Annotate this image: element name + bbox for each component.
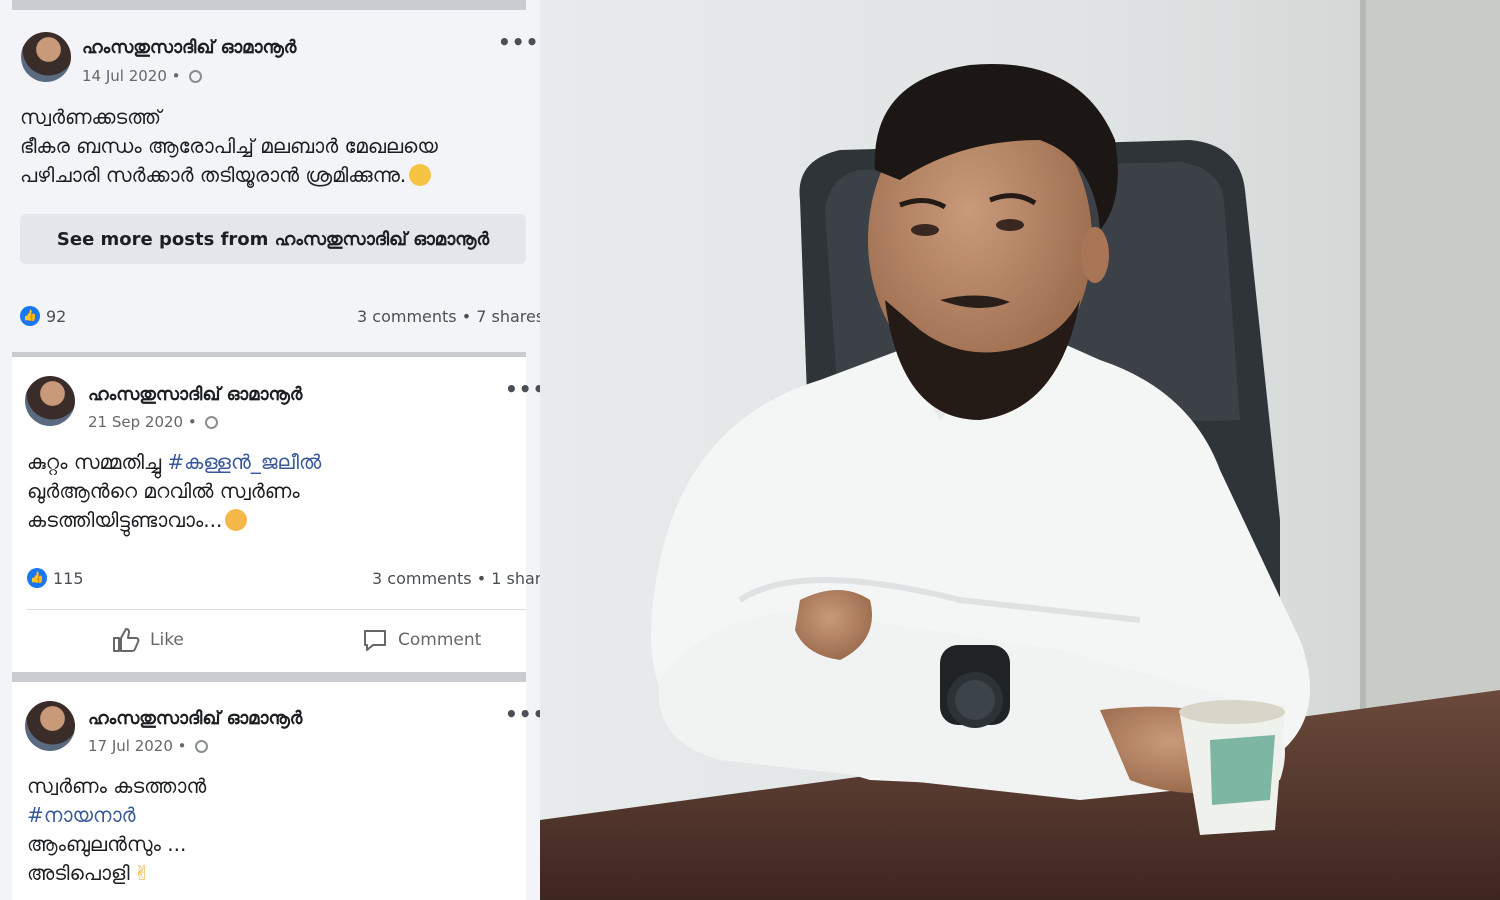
post-line: ഭീകര ബന്ധം ആരോപിച്ച് മലബാർ മേഖലയെ	[20, 134, 438, 158]
post-2: ഹംസതുസാദിഖ് ഓമാനൂർ 21 Sep 2020 • ••• കുറ…	[12, 357, 540, 672]
post-line: പഴിചാരി സർക്കാർ തടിയൂരാൻ ശ്രമിക്കുന്നു.	[20, 161, 438, 190]
like-count: 92	[46, 306, 67, 326]
facebook-posts-screenshot: ഹംസതുസാദിഖ് ഓമാനൂർ 14 Jul 2020 • ••• സ്വ…	[0, 0, 540, 900]
post-line-text: പഴിചാരി സർക്കാർ തടിയൂരാൻ ശ്രമിക്കുന്നു.	[20, 163, 407, 187]
hashtag-link[interactable]: #നായനാർ	[27, 801, 206, 830]
hashtag-link[interactable]: #കള്ളൻ_ജലീൽ	[167, 450, 321, 474]
globe-icon	[189, 70, 203, 83]
post-author[interactable]: ഹംസതുസാദിഖ് ഓമാനൂർ	[88, 708, 302, 729]
post-date[interactable]: 21 Sep 2020	[88, 413, 183, 431]
post-meta: 21 Sep 2020 •	[88, 413, 219, 431]
like-icon	[113, 628, 140, 652]
comments-shares-count[interactable]: 3 comments • 1 shar	[372, 569, 540, 588]
post-line: അടിപൊളി ✌	[27, 859, 206, 888]
post-meta: 14 Jul 2020 •	[82, 67, 203, 85]
post-line: സ്വർണം കടത്താൻ	[27, 774, 207, 798]
portrait-illustration	[540, 0, 1500, 900]
reaction-count[interactable]: 👍 92	[20, 306, 66, 326]
post-line-text: കടത്തിയിട്ടുണ്ടാവാം...	[27, 508, 223, 532]
post-line-text: അടിപൊളി	[27, 861, 130, 885]
post-line: ആംബുലൻസും ...	[27, 832, 187, 856]
more-options-icon[interactable]: •••	[505, 377, 540, 401]
post-line: സ്വർണക്കടത്ത്	[20, 105, 162, 129]
comment-button[interactable]: Comment	[362, 627, 481, 653]
avatar[interactable]	[25, 376, 75, 426]
thumbs-up-icon: 👍	[20, 306, 40, 326]
post-line: കടത്തിയിട്ടുണ്ടാവാം...	[27, 506, 321, 535]
top-divider	[12, 0, 526, 10]
ok-hand-emoji-icon: ✌	[133, 861, 151, 885]
post-line-text: കുറ്റം സമ്മതിച്ചു	[27, 450, 168, 474]
post-text: സ്വർണക്കടത്ത് ഭീകര ബന്ധം ആരോപിച്ച് മലബാർ…	[20, 103, 438, 190]
like-count: 115	[53, 568, 84, 588]
globe-icon	[205, 416, 219, 429]
comments-shares-count[interactable]: 3 comments • 7 shares	[357, 307, 540, 326]
post-date[interactable]: 14 Jul 2020	[82, 67, 167, 85]
reaction-count[interactable]: 👍 115	[27, 568, 84, 588]
post-author[interactable]: ഹംസതുസാദിഖ് ഓമാനൂർ	[82, 37, 296, 58]
like-button[interactable]: Like	[112, 627, 184, 653]
avatar[interactable]	[21, 32, 71, 82]
thumbs-up-icon: 👍	[27, 568, 47, 588]
portrait-photo	[540, 0, 1500, 900]
post-author[interactable]: ഹംസതുസാദിഖ് ഓമാനൂർ	[88, 384, 302, 405]
like-label: Like	[150, 630, 184, 650]
frowning-emoji-icon	[225, 509, 248, 531]
actions-divider	[27, 609, 526, 610]
post-line: ഖുർആൻറെ മറവിൽ സ്വർണം	[27, 479, 300, 503]
post-text: കുറ്റം സമ്മതിച്ചു #കള്ളൻ_ജലീൽ ഖുർആൻറെ മറ…	[27, 448, 321, 535]
see-more-posts-button[interactable]: See more posts from ഹംസതുസാദിഖ് ഓമാനൂർ	[20, 214, 526, 264]
avatar[interactable]	[25, 701, 75, 751]
post-date[interactable]: 17 Jul 2020	[88, 737, 173, 755]
post-3: ഹംസതുസാദിഖ് ഓമാനൂർ 17 Jul 2020 • ••• സ്വ…	[12, 682, 540, 900]
post-separator	[12, 672, 526, 682]
more-options-icon[interactable]: •••	[505, 702, 540, 726]
post-meta: 17 Jul 2020 •	[88, 737, 209, 755]
smirk-emoji-icon	[409, 164, 432, 186]
post-line: കുറ്റം സമ്മതിച്ചു #കള്ളൻ_ജലീൽ	[27, 448, 321, 477]
more-options-icon[interactable]: •••	[498, 30, 539, 54]
comment-label: Comment	[398, 630, 482, 650]
globe-icon	[195, 740, 209, 753]
post-text: സ്വർണം കടത്താൻ #നായനാർ ആംബുലൻസും ... അടി…	[27, 772, 206, 888]
comment-icon	[364, 630, 386, 651]
